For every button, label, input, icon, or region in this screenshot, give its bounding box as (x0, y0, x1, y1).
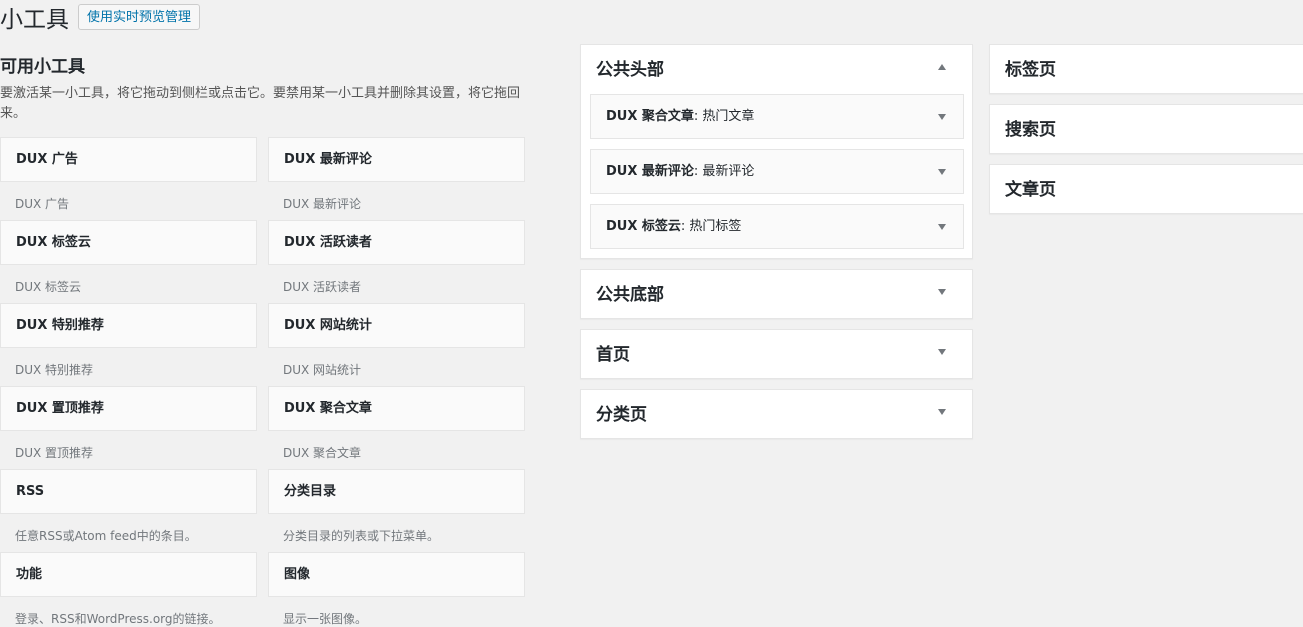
sidebar-article-page[interactable]: 文章页 (989, 164, 1303, 214)
widget-description: DUX 置顶推荐 (15, 446, 94, 460)
expand-arrow-icon[interactable] (938, 289, 946, 295)
widget-item[interactable]: 分类目录 分类目录的列表或下拉菜单。 (268, 469, 525, 544)
sidebar-footer-area[interactable]: 公共底部 (580, 269, 973, 319)
widget-description: DUX 最新评论 (283, 197, 362, 211)
widget-description: DUX 网站统计 (283, 363, 362, 377)
sidebar-search-page[interactable]: 搜索页 (989, 104, 1303, 154)
widget-title[interactable]: 功能 (0, 552, 257, 597)
widget-title[interactable]: 分类目录 (268, 469, 525, 514)
widget-description: DUX 活跃读者 (283, 280, 362, 294)
widget-description: DUX 聚合文章 (283, 446, 362, 460)
widget-item[interactable]: DUX 广告 DUX 广告 (0, 137, 257, 212)
expand-arrow-icon[interactable] (938, 349, 946, 355)
sidebar-widget[interactable]: DUX 聚合文章: 热门文章 (590, 94, 964, 139)
sidebar-toggle[interactable]: 文章页 (990, 165, 1303, 213)
manage-with-live-preview-button[interactable]: 使用实时预览管理 (78, 4, 201, 30)
sidebar-title: 首页 (596, 345, 630, 365)
widget-item[interactable]: 图像 显示一张图像。 (268, 552, 525, 627)
available-widgets-panel: 可用小工具 要激活某一小工具，将它拖动到侧栏或点击它。要禁用某一小工具并删除其设… (0, 55, 530, 124)
sidebar-toggle[interactable]: 标签页 (990, 45, 1303, 93)
widget-item[interactable]: 功能 登录、RSS和WordPress.org的链接。 (0, 552, 257, 627)
sidebar-toggle[interactable]: 首页 (581, 330, 972, 378)
available-widgets-heading: 可用小工具 (0, 57, 85, 77)
widget-title[interactable]: DUX 活跃读者 (268, 220, 525, 265)
widget-item[interactable]: DUX 特别推荐 DUX 特别推荐 (0, 303, 257, 378)
sidebar-category[interactable]: 分类页 (580, 389, 973, 439)
expand-arrow-icon[interactable] (938, 409, 946, 415)
sidebar-title: 文章页 (1005, 180, 1056, 200)
widget-title[interactable]: DUX 广告 (0, 137, 257, 182)
widget-title[interactable]: DUX 最新评论 (268, 137, 525, 182)
sidebar-home[interactable]: 首页 (580, 329, 973, 379)
sidebar-widget[interactable]: DUX 最新评论: 最新评论 (590, 149, 964, 194)
sidebar-toggle[interactable]: 分类页 (581, 390, 972, 438)
sidebar-title: 公共头部 (596, 60, 664, 80)
widget-description: 分类目录的列表或下拉菜单。 (283, 529, 440, 543)
widget-item[interactable]: DUX 最新评论 DUX 最新评论 (268, 137, 525, 212)
sidebar-toggle[interactable]: 搜索页 (990, 105, 1303, 153)
sidebar-header-area: 公共头部 DUX 聚合文章: 热门文章 DUX 最新评论: 最新评论 DUX 标… (580, 44, 973, 259)
expand-arrow-icon[interactable] (938, 169, 946, 175)
widget-description: DUX 标签云 (15, 280, 82, 294)
sidebar-title: 搜索页 (1005, 120, 1056, 140)
page-header: 小工具 使用实时预览管理 (0, 2, 201, 33)
collapse-arrow-icon[interactable] (938, 64, 946, 70)
sidebar-widget-name: DUX 最新评论 (606, 164, 694, 179)
sidebar-widget[interactable]: DUX 标签云: 热门标签 (590, 204, 964, 249)
sidebar-title: 公共底部 (596, 285, 664, 305)
widget-item[interactable]: DUX 网站统计 DUX 网站统计 (268, 303, 525, 378)
sidebar-title: 分类页 (596, 405, 647, 425)
widget-title[interactable]: DUX 聚合文章 (268, 386, 525, 431)
widget-description: 显示一张图像。 (283, 612, 368, 626)
widget-title[interactable]: 图像 (268, 552, 525, 597)
page-title: 小工具 (0, 7, 69, 33)
widget-title[interactable]: DUX 特别推荐 (0, 303, 257, 348)
widget-description: 登录、RSS和WordPress.org的链接。 (15, 612, 221, 626)
sidebar-widget-title: : 热门文章 (693, 109, 755, 124)
sidebar-widget-title: : 热门标签 (680, 219, 742, 234)
sidebar-widget-title: : 最新评论 (693, 164, 755, 179)
widget-title[interactable]: DUX 网站统计 (268, 303, 525, 348)
available-widgets-description: 要激活某一小工具，将它拖动到侧栏或点击它。要禁用某一小工具并删除其设置，将它拖回… (0, 86, 521, 121)
widget-title[interactable]: RSS (0, 469, 257, 514)
sidebar-toggle[interactable]: 公共头部 (581, 45, 972, 93)
widget-item[interactable]: DUX 置顶推荐 DUX 置顶推荐 (0, 386, 257, 461)
sidebar-tag-page[interactable]: 标签页 (989, 44, 1303, 94)
widget-description: DUX 特别推荐 (15, 363, 94, 377)
sidebar-widget-name: DUX 标签云 (606, 219, 681, 234)
expand-arrow-icon[interactable] (938, 114, 946, 120)
widget-description: DUX 广告 (15, 197, 70, 211)
expand-arrow-icon[interactable] (938, 224, 946, 230)
widget-item[interactable]: DUX 聚合文章 DUX 聚合文章 (268, 386, 525, 461)
widget-item[interactable]: RSS 任意RSS或Atom feed中的条目。 (0, 469, 257, 544)
widget-item[interactable]: DUX 标签云 DUX 标签云 (0, 220, 257, 295)
widget-title[interactable]: DUX 置顶推荐 (0, 386, 257, 431)
sidebar-title: 标签页 (1005, 60, 1056, 80)
widget-description: 任意RSS或Atom feed中的条目。 (15, 529, 197, 543)
sidebar-toggle[interactable]: 公共底部 (581, 270, 972, 318)
widget-title[interactable]: DUX 标签云 (0, 220, 257, 265)
widget-item[interactable]: DUX 活跃读者 DUX 活跃读者 (268, 220, 525, 295)
sidebar-widget-name: DUX 聚合文章 (606, 109, 694, 124)
